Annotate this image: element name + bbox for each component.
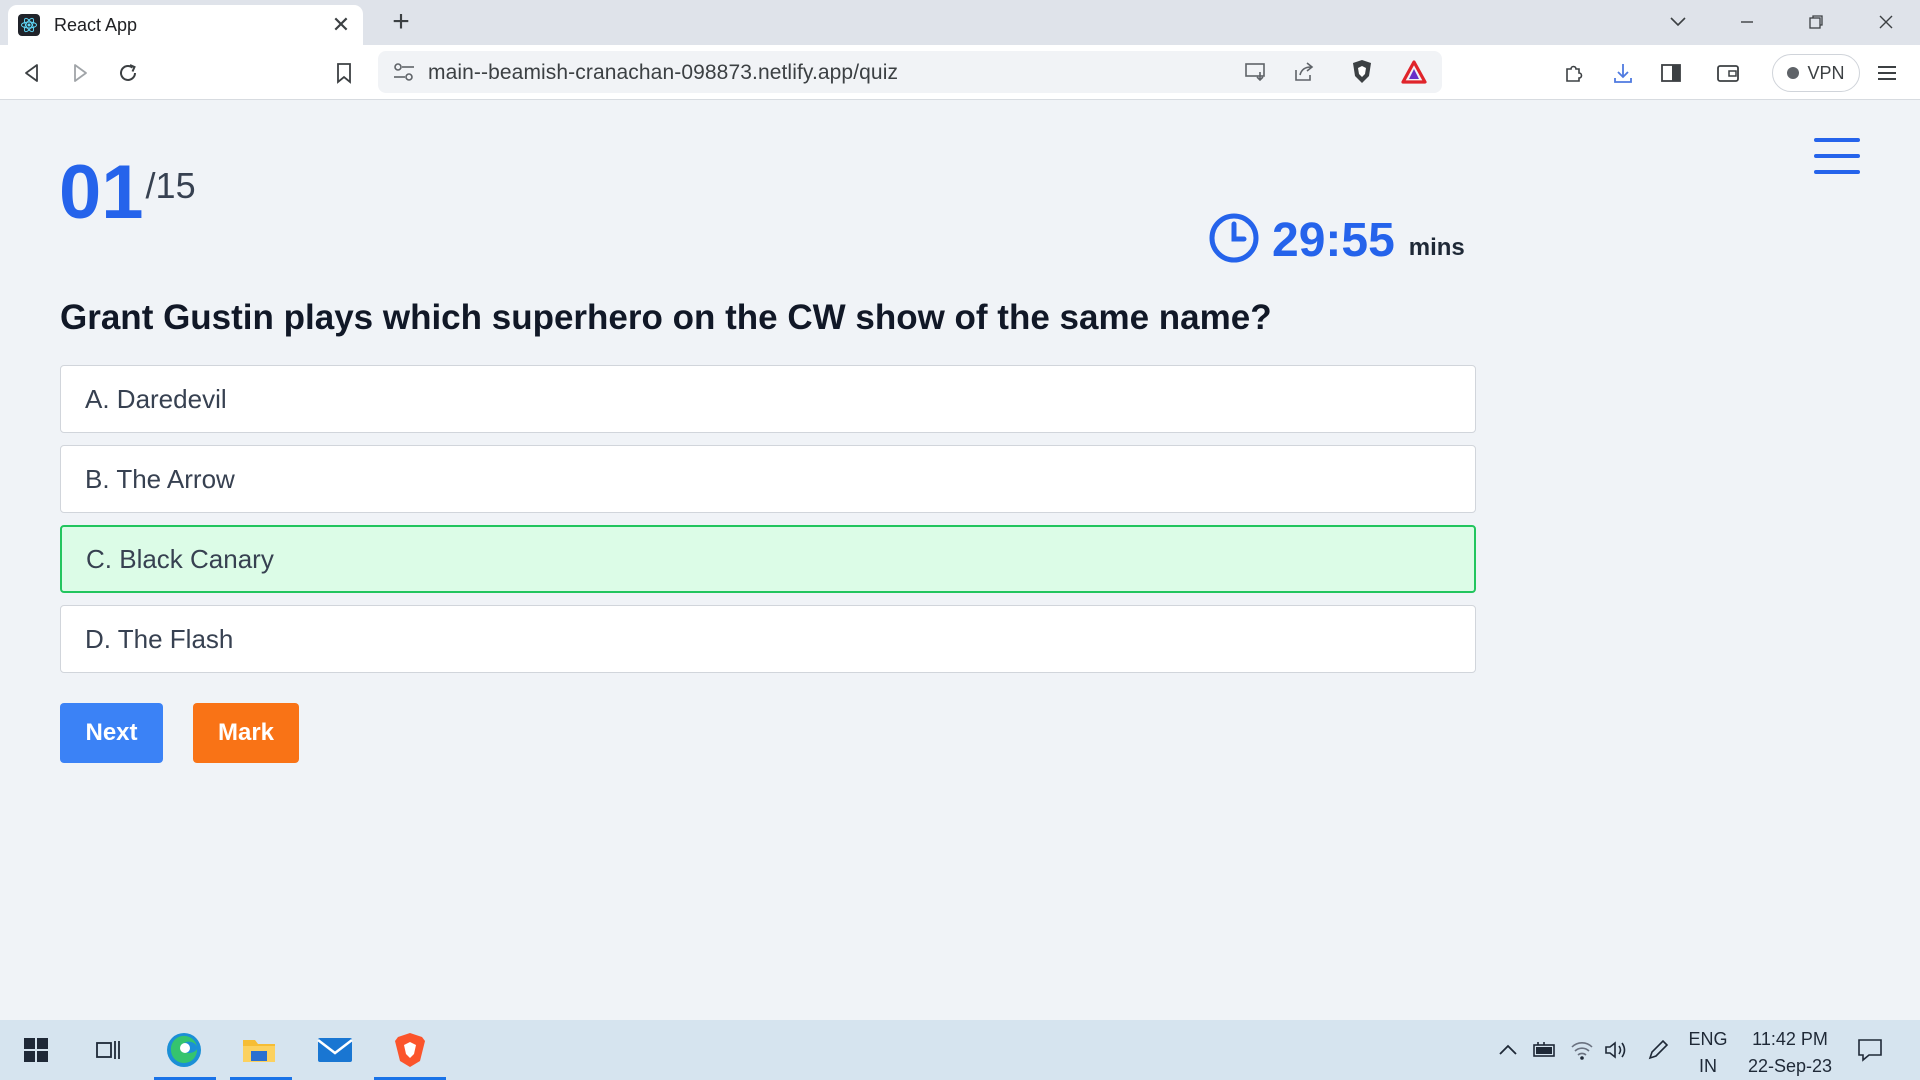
close-window-button[interactable] <box>1866 6 1906 38</box>
question-text: Grant Gustin plays which superhero on th… <box>60 298 1272 337</box>
battery-icon[interactable] <box>1524 1030 1564 1070</box>
reload-icon[interactable] <box>112 57 144 89</box>
timer-unit: mins <box>1408 233 1465 261</box>
option-d[interactable]: D. The Flash <box>60 605 1476 673</box>
minimize-button[interactable] <box>1727 6 1767 38</box>
question-counter: 01 /15 <box>59 155 196 231</box>
address-bar[interactable]: main--beamish-cranachan-098873.netlify.a… <box>378 51 1442 93</box>
region-code: IN <box>1699 1056 1717 1076</box>
tab-title: React App <box>54 14 138 35</box>
mark-button[interactable]: Mark <box>193 703 299 763</box>
option-a[interactable]: A. Daredevil <box>60 365 1476 433</box>
language-indicator[interactable]: ENG IN <box>1686 1026 1730 1080</box>
tab-list-chevron-icon[interactable] <box>1658 6 1698 38</box>
restore-button[interactable] <box>1796 6 1836 38</box>
vpn-status-icon <box>1787 67 1800 79</box>
clock[interactable]: 11:42 PM 22-Sep-23 <box>1742 1026 1838 1080</box>
total-questions: /15 <box>145 165 196 206</box>
brave-browser-icon[interactable] <box>390 1030 430 1070</box>
hamburger-menu-icon[interactable] <box>1814 138 1860 174</box>
extensions-icon[interactable] <box>1558 57 1590 89</box>
mail-icon[interactable] <box>315 1030 355 1070</box>
notifications-icon[interactable] <box>1850 1030 1890 1070</box>
option-c[interactable]: C. Black Canary <box>60 525 1476 593</box>
back-arrow-icon[interactable] <box>16 57 48 89</box>
option-b[interactable]: B. The Arrow <box>60 445 1476 513</box>
sidebar-toggle-icon[interactable] <box>1655 57 1687 89</box>
pen-icon[interactable] <box>1638 1030 1678 1070</box>
clock-time: 11:42 PM <box>1752 1029 1828 1049</box>
browser-toolbar: main--beamish-cranachan-098873.netlify.a… <box>0 45 1920 100</box>
quiz-timer: 29:55 mins <box>1208 212 1465 269</box>
clock-icon <box>1208 212 1260 269</box>
file-explorer-icon[interactable] <box>239 1030 279 1070</box>
task-view-icon[interactable] <box>88 1030 128 1070</box>
browser-tab[interactable]: React App ✕ <box>8 5 363 45</box>
clock-date: 22-Sep-23 <box>1747 1056 1833 1076</box>
brave-rewards-icon[interactable] <box>1398 56 1430 88</box>
react-logo-icon <box>18 14 40 36</box>
vpn-button[interactable]: VPN <box>1772 54 1860 92</box>
volume-icon[interactable] <box>1596 1030 1636 1070</box>
language-code: ENG <box>1688 1029 1728 1049</box>
new-tab-button[interactable]: + <box>386 6 416 38</box>
wallet-icon[interactable] <box>1712 57 1744 89</box>
url-text: main--beamish-cranachan-098873.netlify.a… <box>428 61 899 84</box>
tab-close-icon[interactable]: ✕ <box>329 12 353 38</box>
site-settings-icon[interactable] <box>392 61 416 83</box>
current-question-number: 01 <box>59 150 144 235</box>
brave-shields-icon[interactable] <box>1346 56 1378 88</box>
vpn-label: VPN <box>1807 62 1845 83</box>
share-icon[interactable] <box>1288 56 1320 88</box>
windows-start-icon[interactable] <box>16 1030 56 1070</box>
browser-menu-icon[interactable] <box>1871 57 1903 89</box>
next-button[interactable]: Next <box>60 703 163 763</box>
forward-arrow-icon[interactable] <box>64 57 96 89</box>
tray-overflow-chevron-icon[interactable] <box>1488 1030 1528 1070</box>
downloads-icon[interactable] <box>1607 57 1639 89</box>
browser-tab-bar: React App ✕ + <box>0 0 1920 45</box>
timer-value: 29:55 <box>1272 214 1395 267</box>
install-app-icon[interactable] <box>1240 56 1272 88</box>
bookmark-icon[interactable] <box>328 57 360 89</box>
edge-browser-icon[interactable] <box>164 1030 204 1070</box>
windows-taskbar: ENG IN 11:42 PM 22-Sep-23 <box>0 1020 1920 1080</box>
